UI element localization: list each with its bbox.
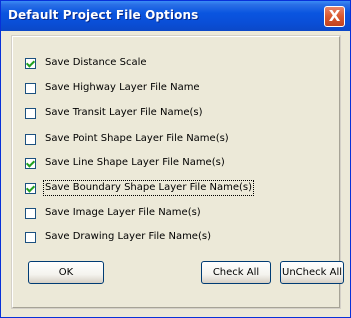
option-label: Save Distance Scale (45, 57, 147, 68)
checkbox[interactable] (25, 57, 36, 69)
dialog-title: Default Project File Options (8, 8, 199, 22)
option-label: Save Highway Layer File Name (45, 82, 200, 93)
option-label: Save Transit Layer File Name(s) (45, 107, 203, 118)
close-icon: X (328, 7, 341, 25)
uncheck-all-button[interactable]: UnCheck All (280, 261, 344, 284)
option-save-drawing-layer[interactable]: Save Drawing Layer File Name(s) (25, 229, 212, 245)
option-save-highway-layer[interactable]: Save Highway Layer File Name (25, 80, 201, 96)
option-save-image-layer[interactable]: Save Image Layer File Name(s) (25, 205, 202, 221)
checkbox[interactable] (25, 207, 36, 219)
dialog-window: Default Project File Options X Save Dist… (0, 0, 351, 318)
option-save-distance-scale[interactable]: Save Distance Scale (25, 55, 148, 71)
checkbox[interactable] (25, 107, 36, 119)
option-save-transit-layer[interactable]: Save Transit Layer File Name(s) (25, 105, 204, 121)
option-label: Save Line Shape Layer File Name(s) (45, 157, 225, 168)
checkbox[interactable] (25, 182, 36, 194)
option-label: Save Boundary Shape Layer File Name(s) (42, 180, 255, 196)
option-save-point-shape-layer[interactable]: Save Point Shape Layer File Name(s) (25, 131, 230, 147)
checkbox[interactable] (25, 133, 36, 145)
ok-button[interactable]: OK (28, 261, 104, 284)
check-all-button[interactable]: Check All (201, 261, 271, 284)
option-label: Save Drawing Layer File Name(s) (45, 231, 211, 242)
checkbox[interactable] (25, 82, 36, 94)
option-label: Save Image Layer File Name(s) (45, 207, 201, 218)
close-button[interactable]: X (324, 6, 345, 27)
option-save-boundary-shape-layer[interactable]: Save Boundary Shape Layer File Name(s) (25, 180, 255, 196)
title-bar[interactable]: Default Project File Options X (1, 1, 350, 31)
checkbox[interactable] (25, 157, 36, 169)
option-label: Save Point Shape Layer File Name(s) (45, 133, 229, 144)
checkbox[interactable] (25, 231, 36, 243)
option-save-line-shape-layer[interactable]: Save Line Shape Layer File Name(s) (25, 155, 226, 171)
